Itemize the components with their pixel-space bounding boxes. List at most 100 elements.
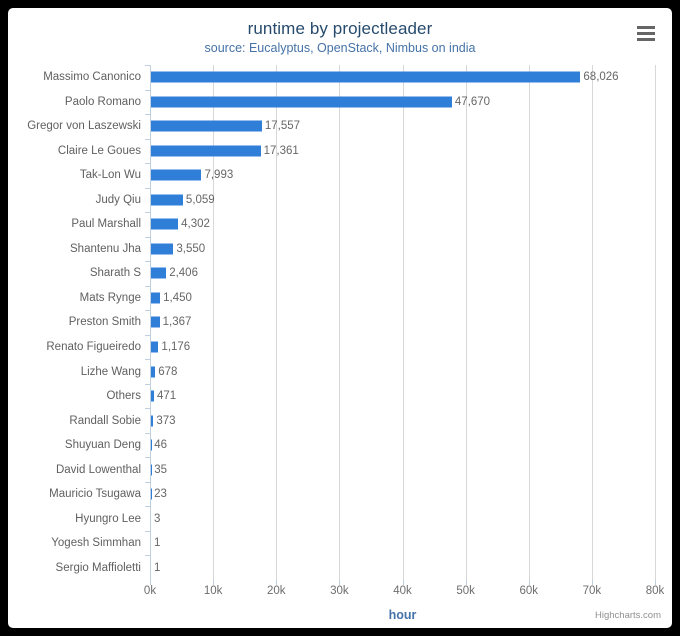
bar[interactable] [151,366,156,378]
bar-value-label: 2,406 [169,267,198,280]
y-tick-mark [145,530,150,532]
hamburger-bar-2 [637,31,655,35]
bar-row: Claire Le Goues 17,361 [58,138,655,164]
bar-value-label: 373 [156,414,176,427]
bar-value-label: 678 [158,365,178,378]
credits-link[interactable]: Highcharts.com [595,610,661,621]
y-tick-mark [145,261,150,263]
y-tick-mark [145,481,150,483]
bar-row: Shantenu Jha 3,550 [70,236,655,262]
bar[interactable] [151,267,167,279]
bar-row: Judy Qiu 5,059 [96,187,655,213]
bar-row: Renato Figueiredo 1,176 [46,334,655,360]
bar-value-label: 5,059 [185,193,215,206]
bar[interactable] [151,218,179,230]
x-tick-label: 40k [393,585,412,597]
bar-row: Mats Rynge 1,450 [80,285,655,311]
x-tick-label: 50k [456,585,475,597]
bar[interactable] [151,243,174,255]
y-tick-mark [145,114,150,116]
bar-value-label: 471 [156,390,177,403]
bar-value-label: 17,361 [263,144,299,157]
category-label: Tak-Lon Wu [79,169,141,182]
bar[interactable] [151,169,202,181]
y-tick-mark [145,236,150,238]
bar-row: Yogesh Simmhan 1 [51,530,655,556]
x-tick-label: 10k [203,585,223,597]
bar-row: Others 471 [106,383,655,409]
bar-value-label: 1 [154,537,161,550]
bar[interactable] [151,145,261,157]
bar-row: Tak-Lon Wu 7,993 [80,163,655,188]
category-label: Shantenu Jha [70,242,141,255]
bar-row: Lizhe Wang 678 [81,359,655,384]
bar-row: Sergio Maffioletti 1 [56,555,655,580]
y-tick-mark [145,138,150,140]
bar-value-label: 3,550 [176,242,206,255]
category-label: Judy Qiu [95,193,141,206]
bar-value-label: 46 [154,439,168,452]
bar-row: Sharath S 2,406 [90,261,655,286]
bar-value-label: 1,450 [163,291,192,304]
category-label: Mauricio Tsugawa [49,488,141,501]
bar[interactable] [151,120,262,132]
y-tick-mark [145,285,150,287]
y-tick-mark [145,163,150,165]
bar-value-label: 1 [154,561,161,574]
bar[interactable] [151,341,159,353]
plot-area: Massimo Canonico 68,026 Paolo Romano 47,670… [27,65,664,622]
bar-row: Randall Sobie 373 [69,408,655,433]
bar-row: Mauricio Tsugawa 23 [49,481,655,507]
category-label: Sergio Maffioletti [55,561,141,574]
y-tick-mark [145,89,150,91]
bar-row: David Lowenthal 35 [56,457,655,482]
x-tick-label: 0k [143,585,157,597]
bar-value-label: 47,670 [454,95,491,108]
y-tick-mark [145,432,150,434]
category-label: Others [106,390,141,403]
bar-value-label: 7,993 [204,169,234,182]
y-tick-mark [145,457,150,459]
gridline [655,65,656,580]
bar-value-label: 4,302 [181,218,210,231]
bar[interactable] [151,96,452,108]
y-tick-mark [145,187,150,189]
category-label: Massimo Canonico [43,71,141,84]
category-label: Randall Sobie [69,414,141,427]
x-tick-label: 60k [519,585,539,597]
bar-value-label: 3 [154,512,161,525]
bar-row: Gregor von Laszewski 17,557 [27,114,655,139]
hamburger-menu-icon[interactable] [634,22,658,44]
category-label: Hyungro Lee [75,512,141,525]
category-label: Lizhe Wang [80,365,141,378]
bar[interactable] [151,194,183,206]
bar[interactable] [151,71,581,83]
bar-row: Hyungro Lee 3 [75,506,655,531]
y-tick-mark [145,310,150,312]
hamburger-bar-3 [637,37,655,41]
category-label: Yogesh Simmhan [51,537,141,550]
category-label: Gregor von Laszewski [27,120,141,133]
y-tick-mark [145,359,150,361]
x-axis-title: hour [388,608,417,622]
category-label: Paolo Romano [64,95,141,108]
bar-value-label: 1,367 [162,316,192,329]
bar[interactable] [151,390,154,402]
bar-row: Paolo Romano 47,670 [65,89,655,115]
category-label: Paul Marshall [71,218,141,231]
category-label: Shuyuan Deng [64,439,141,452]
category-label: David Lowenthal [55,463,141,476]
bar-value-label: 1,176 [161,341,191,353]
y-tick-mark [145,212,150,214]
y-tick-mark [145,506,150,508]
y-tick-mark [145,65,150,66]
bar[interactable] [151,316,160,328]
bar-value-label: 35 [154,463,168,476]
x-tick-label: 30k [330,585,349,597]
bar[interactable] [151,292,161,304]
category-label: Preston Smith [68,316,141,329]
y-tick-mark [145,555,150,557]
bar[interactable] [151,415,154,427]
x-tick-label: 80k [645,585,665,597]
y-tick-mark [145,408,150,410]
